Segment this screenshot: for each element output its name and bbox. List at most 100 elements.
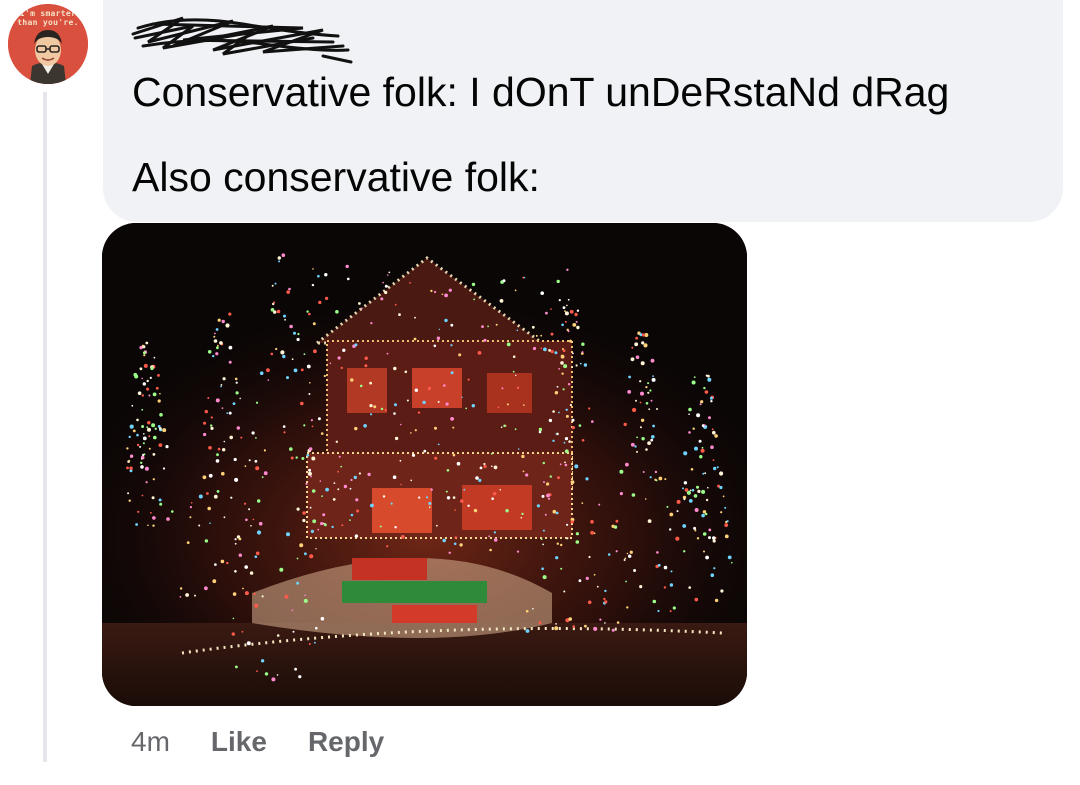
photo-light [392, 475, 397, 479]
photo-light [284, 318, 286, 321]
photo-light [611, 524, 615, 528]
photo-light [566, 268, 569, 271]
photo-light [274, 282, 277, 285]
photo-light [503, 424, 506, 428]
timestamp[interactable]: 4m [131, 726, 170, 758]
photo-light [599, 618, 602, 621]
photo-light [672, 606, 676, 610]
photo-light [554, 351, 558, 355]
like-button[interactable]: Like [211, 726, 267, 758]
photo-light [216, 346, 219, 350]
photo-light [129, 466, 133, 470]
photo-light [581, 439, 585, 442]
photo-light [232, 592, 237, 596]
photo-light [340, 465, 343, 468]
photo-light [418, 496, 421, 499]
photo-light [290, 456, 294, 460]
photo-light [554, 391, 559, 395]
photo-light [575, 320, 578, 323]
photo-light [720, 589, 724, 593]
photo-light [536, 504, 540, 508]
photo-light [574, 312, 578, 317]
photo-light [724, 534, 729, 539]
photo-light [593, 573, 596, 576]
photo-light [552, 509, 557, 514]
photo-light [523, 276, 526, 279]
photo-light [619, 492, 624, 496]
photo-light [387, 274, 389, 276]
photo-light [691, 488, 695, 492]
photo-light [308, 312, 311, 316]
photo-light [532, 608, 534, 610]
photo-light [425, 496, 429, 499]
photo-light [669, 583, 674, 587]
photo-light [157, 399, 161, 403]
photo-light [386, 545, 389, 548]
photo-light [248, 508, 251, 511]
photo-light [430, 488, 433, 491]
photo-light [633, 569, 637, 572]
photo-light [542, 575, 547, 580]
photo-light [555, 433, 557, 435]
photo-light [558, 299, 561, 302]
photo-light [430, 289, 433, 293]
photo-light [302, 511, 306, 515]
photo-light [404, 370, 408, 374]
photo-light [444, 318, 448, 323]
photo-light [635, 336, 638, 340]
photo-light [198, 524, 201, 527]
photo-light [400, 535, 405, 539]
avatar[interactable]: I'm smarter than you're. [8, 4, 88, 84]
photo-light [236, 426, 240, 430]
photo-light [299, 543, 304, 548]
photo-light [727, 555, 732, 560]
photo-light [324, 273, 328, 277]
photo-light [719, 471, 724, 476]
photo-light [636, 436, 638, 439]
photo-light [367, 472, 371, 477]
photo-light [215, 328, 219, 331]
photo-light [427, 386, 431, 391]
photo-light [293, 331, 296, 335]
photo-light [141, 394, 144, 397]
photo-light [148, 435, 151, 438]
photo-light [546, 482, 550, 486]
photo-light [712, 539, 716, 543]
photo-light [640, 418, 645, 422]
photo-light [516, 550, 520, 553]
photo-light [694, 529, 697, 532]
photo-light [142, 442, 145, 445]
photo-light [400, 423, 402, 426]
photo-light [232, 402, 236, 405]
photo-light [221, 319, 225, 324]
photo-light [221, 471, 225, 476]
photo-light [713, 567, 716, 570]
photo-light [548, 349, 551, 352]
reply-button[interactable]: Reply [308, 726, 384, 758]
photo-light [488, 535, 491, 538]
photo-light [214, 563, 217, 566]
photo-light [639, 585, 643, 589]
photo-light [142, 436, 147, 441]
photo-light [379, 525, 382, 528]
photo-light [548, 418, 553, 423]
photo-light [390, 502, 393, 505]
photo-light [543, 481, 545, 484]
photo-light [593, 626, 598, 631]
photo-light [506, 342, 511, 347]
photo-light [555, 623, 557, 625]
photo-light [208, 473, 213, 478]
photo-light [434, 456, 438, 460]
photo-light [434, 426, 437, 430]
photo-light [522, 470, 525, 473]
photo-light [249, 571, 254, 575]
attached-photo[interactable] [102, 223, 747, 706]
photo-light [669, 610, 672, 613]
photo-light [708, 416, 711, 420]
photo-light [571, 418, 575, 422]
photo-light [585, 477, 589, 481]
photo-light [356, 509, 360, 513]
photo-light [213, 335, 216, 338]
avatar-caption-line: than you're. [17, 18, 79, 27]
photo-light [259, 371, 264, 375]
